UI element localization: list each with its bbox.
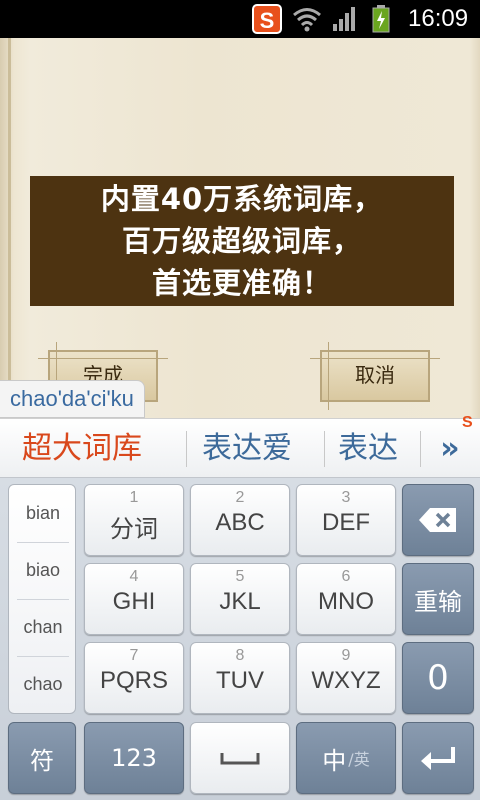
key-label: 符 bbox=[30, 746, 54, 775]
sogou-badge-icon: S bbox=[462, 414, 473, 431]
key-number: 3 bbox=[341, 489, 351, 506]
key-number: 1 bbox=[129, 489, 139, 506]
key-label: TUV bbox=[216, 667, 264, 694]
enter-key[interactable] bbox=[402, 722, 474, 794]
wifi-icon bbox=[293, 8, 321, 32]
key-label: 重输 bbox=[414, 587, 462, 616]
key-sublabel: /英 bbox=[348, 750, 370, 769]
status-bar: S 16:09 bbox=[0, 0, 480, 38]
candidate-divider bbox=[324, 431, 325, 467]
key-label: 中 bbox=[322, 746, 347, 775]
key-1[interactable]: 1 分词 bbox=[84, 484, 184, 556]
symbol-key[interactable]: 符 bbox=[8, 722, 76, 794]
key-number: 4 bbox=[129, 568, 139, 585]
composing-pinyin: chao'da'ci'ku bbox=[0, 380, 145, 418]
key-6[interactable]: 6 MNO bbox=[296, 563, 396, 635]
candidate-2[interactable]: 表达爱 bbox=[202, 419, 292, 479]
key-label: 分词 bbox=[110, 516, 158, 543]
backspace-key[interactable] bbox=[402, 484, 474, 556]
cancel-button[interactable]: 取消 bbox=[310, 342, 440, 410]
promo-banner: 内置40万系统词库， 百万级超级词库， 首选更准确！ bbox=[30, 176, 454, 306]
key-number: 6 bbox=[341, 568, 351, 585]
language-switch-key[interactable]: 中/英 bbox=[296, 722, 396, 794]
key-5[interactable]: 5 JKL bbox=[190, 563, 290, 635]
candidate-3[interactable]: 表达 bbox=[338, 419, 398, 479]
key-9[interactable]: 9 WXYZ bbox=[296, 642, 396, 714]
signal-icon bbox=[333, 7, 355, 31]
key-label: MNO bbox=[318, 588, 374, 615]
space-icon bbox=[220, 753, 260, 765]
sogou-app-icon: S bbox=[252, 4, 282, 34]
language-switch-label: 中/英 bbox=[297, 723, 395, 793]
key-2[interactable]: 2 ABC bbox=[190, 484, 290, 556]
key-label: ABC bbox=[215, 509, 265, 536]
space-key[interactable] bbox=[190, 722, 290, 794]
pinyin-options-column: bian biao chan chao bbox=[8, 484, 76, 714]
key-3[interactable]: 3 DEF bbox=[296, 484, 396, 556]
key-label: 0 bbox=[427, 658, 449, 698]
key-label: JKL bbox=[219, 588, 261, 615]
pinyin-option[interactable]: bian bbox=[9, 485, 77, 541]
key-7[interactable]: 7 PQRS bbox=[84, 642, 184, 714]
key-label: 123 bbox=[111, 744, 157, 772]
banner-line: 百万级超级词库， bbox=[121, 224, 362, 258]
page-edge bbox=[8, 38, 11, 418]
candidate-1[interactable]: 超大词库 bbox=[22, 419, 142, 479]
key-8[interactable]: 8 TUV bbox=[190, 642, 290, 714]
key-number: 2 bbox=[235, 489, 245, 506]
key-0[interactable]: 0 bbox=[402, 642, 474, 714]
numbers-key[interactable]: 123 bbox=[84, 722, 184, 794]
key-label: WXYZ bbox=[311, 667, 381, 694]
pinyin-option[interactable]: chao bbox=[9, 656, 77, 712]
status-time: 16:09 bbox=[408, 5, 469, 32]
key-number: 8 bbox=[235, 647, 245, 664]
key-number: 7 bbox=[129, 647, 139, 664]
key-label: DEF bbox=[322, 509, 370, 536]
key-label: GHI bbox=[112, 588, 156, 615]
pinyin-option[interactable]: biao bbox=[9, 542, 77, 598]
reenter-key[interactable]: 重输 bbox=[402, 563, 474, 635]
pinyin-option[interactable]: chan bbox=[9, 599, 77, 655]
key-number: 9 bbox=[341, 647, 351, 664]
candidate-bar: 超大词库 表达爱 表达 » bbox=[0, 418, 480, 478]
enter-icon bbox=[421, 747, 455, 770]
battery-charging-icon bbox=[372, 5, 390, 33]
banner-line: 内置40万系统词库， bbox=[100, 182, 384, 216]
candidate-divider bbox=[186, 431, 187, 467]
key-label: PQRS bbox=[99, 667, 168, 694]
backspace-icon bbox=[419, 508, 456, 532]
key-number: 5 bbox=[235, 568, 245, 585]
keyboard: bian biao chan chao 1 分词 2 ABC 3 DEF 4 G… bbox=[0, 478, 480, 800]
banner-line: 首选更准确！ bbox=[151, 266, 332, 300]
key-4[interactable]: 4 GHI bbox=[84, 563, 184, 635]
